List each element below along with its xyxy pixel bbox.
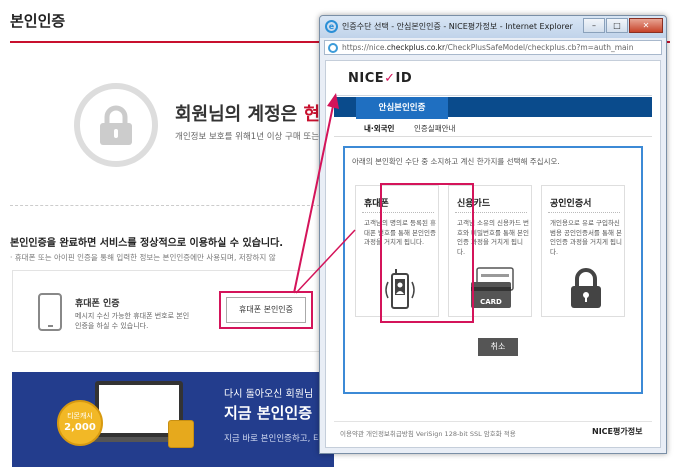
instruction-text: 아래의 본인확인 수단 중 소지하고 계신 한가지를 선택해 주십시오. <box>352 157 560 166</box>
account-subtext: 개인정보 보호를 위해1년 이상 구매 또는 <box>175 132 320 142</box>
minimize-button[interactable]: – <box>583 18 605 33</box>
maximize-button[interactable]: □ <box>606 18 628 33</box>
verify-note: · 휴대폰 또는 아이핀 인증을 통해 입력한 정보는 본인인증에만 사용되며,… <box>10 253 276 262</box>
subtab-failure-guide[interactable]: 인증실패안내 <box>414 123 455 134</box>
method-panel: 아래의 본인확인 수단 중 소지하고 계신 한가지를 선택해 주십시오. 휴대폰… <box>343 146 643 394</box>
tab-safe-verify[interactable]: 안심본인인증 <box>356 97 448 119</box>
address-url: https://nice.checkplus.co.kr/CheckPlusSa… <box>342 43 634 52</box>
card-divider <box>548 212 620 213</box>
coin-stack-image <box>168 420 194 448</box>
window-controls: – □ ✕ <box>582 18 663 33</box>
phone-verify-title: 휴대폰 인증 <box>75 299 120 309</box>
ie-icon: e <box>325 20 338 33</box>
niceid-logo: NICE✓ID <box>348 71 413 86</box>
window-title: 인증수단 선택 - 안심본인인증 - NICE평가정보 - Internet E… <box>342 22 573 31</box>
credit-card-icon: CARD <box>471 267 514 308</box>
popup-content: NICE✓ID 안심본인인증 내·외국인 인증실패안내 아래의 본인확인 수단 … <box>325 60 661 448</box>
card-title: 공인인증서 <box>550 199 592 209</box>
cancel-button[interactable]: 취소 <box>478 338 518 356</box>
highlight-box-phone <box>380 183 474 323</box>
footer-divider <box>334 421 652 422</box>
page-title: 본인인증 <box>10 12 66 30</box>
coin-badge: 티몬캐시 2,000 <box>57 400 103 446</box>
verify-heading: 본인인증을 완료하면 서비스를 정상적으로 이용하실 수 있습니다. <box>10 238 284 249</box>
highlight-box-button <box>219 291 313 329</box>
phone-verify-desc: 메시지 수신 가능한 휴대폰 번호로 본인인증을 하실 수 있습니다. <box>75 312 190 330</box>
card-desc: 개인용으로 유료 구입하신 범용 공인인증서를 통해 본인인증 과정을 거치게 … <box>550 219 622 256</box>
subtab-domestic-foreign[interactable]: 내·외국인 <box>364 123 394 134</box>
popup-window: e 인증수단 선택 - 안심본인인증 - NICE평가정보 - Internet… <box>319 15 667 454</box>
account-headline: 회원님의 계정은 현 <box>175 104 321 125</box>
method-card-certificate[interactable]: 공인인증서 개인용으로 유료 구입하신 범용 공인인증서를 통해 본인인증 과정… <box>541 185 625 317</box>
sub-tabs: 내·외국인 인증실패안내 <box>334 119 652 137</box>
dashed-divider <box>10 205 320 206</box>
banner-line-1: 다시 돌아오신 회원님 <box>224 389 314 400</box>
site-icon <box>328 43 338 53</box>
banner-line-2: 지금 본인인증 <box>224 404 313 422</box>
footer-brand: NICE평가정보 <box>592 427 643 436</box>
logo-divider <box>334 95 652 96</box>
padlock-icon <box>571 268 601 308</box>
lock-icon <box>74 83 158 167</box>
footer-links[interactable]: 이용약관 개인정보취급방침 VeriSign 128-bit SSL 암호화 적… <box>340 428 516 438</box>
window-titlebar[interactable]: e 인증수단 선택 - 안심본인인증 - NICE평가정보 - Internet… <box>320 16 666 38</box>
screen: 본인인증 회원님의 계정은 현 개인정보 보호를 위해1년 이상 구매 또는 본… <box>0 0 680 467</box>
close-button[interactable]: ✕ <box>629 18 663 33</box>
nav-bar: 안심본인인증 <box>334 97 652 119</box>
banner-line-3: 지금 바로 본인인증하고, 티 <box>224 434 321 444</box>
address-bar[interactable]: https://nice.checkplus.co.kr/CheckPlusSa… <box>324 40 662 55</box>
card-text: CARD <box>480 298 502 306</box>
phone-icon <box>38 293 62 331</box>
